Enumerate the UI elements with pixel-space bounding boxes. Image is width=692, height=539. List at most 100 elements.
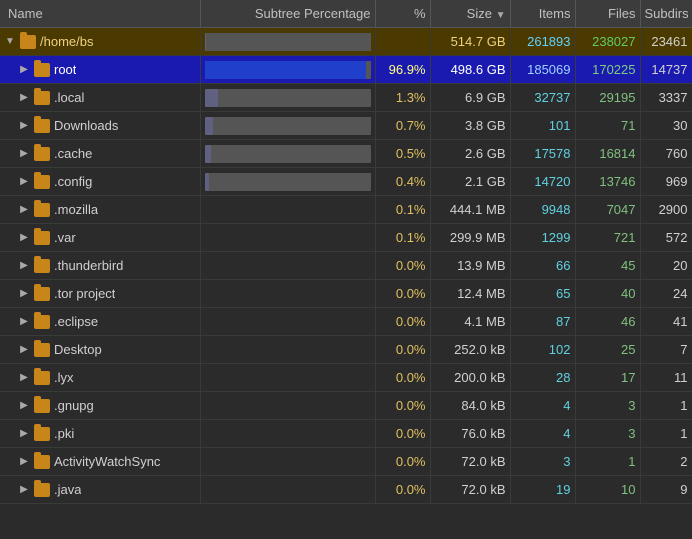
size-cell: 2.6 GB [430, 140, 510, 168]
table-row[interactable]: ▶.tor project0.0%12.4 MB654024 [0, 280, 692, 308]
files-cell: 13746 [575, 168, 640, 196]
size-cell: 72.0 kB [430, 476, 510, 504]
expand-arrow-icon[interactable]: ▼ [4, 36, 16, 48]
items-cell: 87 [510, 308, 575, 336]
pct-cell: 96.9% [375, 56, 430, 84]
expand-arrow-icon[interactable]: ▶ [18, 400, 30, 412]
name-cell: ▶root [0, 56, 200, 84]
size-cell: 13.9 MB [430, 252, 510, 280]
pct-cell: 0.0% [375, 448, 430, 476]
table-row[interactable]: ▶.gnupg0.0%84.0 kB431 [0, 392, 692, 420]
table-row[interactable]: ▶.java0.0%72.0 kB19109 [0, 476, 692, 504]
files-cell: 3 [575, 392, 640, 420]
bar-cell [200, 140, 375, 168]
expand-arrow-icon[interactable]: ▶ [18, 176, 30, 188]
bar-fill [205, 89, 218, 107]
expand-arrow-icon[interactable]: ▶ [18, 316, 30, 328]
bar-container [205, 33, 371, 51]
table-row[interactable]: ▶.thunderbird0.0%13.9 MB664520 [0, 252, 692, 280]
expand-arrow-icon[interactable]: ▶ [18, 344, 30, 356]
pct-cell [375, 28, 430, 56]
table-row[interactable]: ▶.var0.1%299.9 MB1299721572 [0, 224, 692, 252]
col-header-size[interactable]: Size ▼ [430, 0, 510, 28]
expand-arrow-icon[interactable]: ▶ [18, 288, 30, 300]
expand-arrow-icon[interactable]: ▶ [18, 428, 30, 440]
name-cell: ▶.var [0, 224, 200, 252]
table-row[interactable]: ▶.lyx0.0%200.0 kB281711 [0, 364, 692, 392]
pct-cell: 0.0% [375, 308, 430, 336]
table-row[interactable]: ▶.local1.3%6.9 GB32737291953337 [0, 84, 692, 112]
size-cell: 4.1 MB [430, 308, 510, 336]
table-row[interactable]: ▶.eclipse0.0%4.1 MB874641 [0, 308, 692, 336]
bar-cell [200, 84, 375, 112]
subdirs-cell: 1 [640, 420, 692, 448]
size-cell: 3.8 GB [430, 112, 510, 140]
items-cell: 101 [510, 112, 575, 140]
name-cell: ▶.cache [0, 140, 200, 168]
folder-icon [34, 399, 50, 413]
expand-arrow-icon[interactable]: ▶ [18, 260, 30, 272]
expand-arrow-icon[interactable]: ▶ [18, 120, 30, 132]
size-cell: 84.0 kB [430, 392, 510, 420]
table-row[interactable]: ▶Desktop0.0%252.0 kB102257 [0, 336, 692, 364]
bar-cell [200, 168, 375, 196]
expand-arrow-icon[interactable]: ▶ [18, 232, 30, 244]
name-cell: ▶.gnupg [0, 392, 200, 420]
col-header-files: Files [575, 0, 640, 28]
bar-fill [205, 145, 212, 163]
bar-container [205, 89, 371, 107]
name-cell: ▶ .local [0, 84, 200, 112]
subdirs-cell: 9 [640, 476, 692, 504]
name-cell: ▶.config [0, 168, 200, 196]
pct-cell: 0.0% [375, 336, 430, 364]
folder-icon [34, 63, 50, 77]
items-cell: 17578 [510, 140, 575, 168]
file-name-label: ActivityWatchSync [54, 454, 160, 469]
folder-icon [34, 315, 50, 329]
items-cell: 9948 [510, 196, 575, 224]
bar-container [205, 173, 371, 191]
folder-icon [34, 483, 50, 497]
pct-cell: 0.0% [375, 476, 430, 504]
expand-arrow-icon[interactable]: ▶ [18, 372, 30, 384]
files-cell: 25 [575, 336, 640, 364]
file-name-label: Desktop [54, 342, 102, 357]
bar-cell [200, 56, 375, 84]
expand-arrow-icon[interactable]: ▶ [18, 148, 30, 160]
items-cell: 4 [510, 392, 575, 420]
subdirs-cell: 3337 [640, 84, 692, 112]
expand-arrow-icon[interactable]: ▶ [18, 204, 30, 216]
expand-arrow-icon[interactable]: ▶ [18, 64, 30, 76]
expand-arrow-icon[interactable]: ▶ [18, 92, 30, 104]
files-cell: 238027 [575, 28, 640, 56]
expand-arrow-icon[interactable]: ▶ [18, 456, 30, 468]
folder-icon [34, 147, 50, 161]
table-row[interactable]: ▶.mozilla0.1%444.1 MB994870472900 [0, 196, 692, 224]
bar-cell [200, 336, 375, 364]
bar-cell [200, 420, 375, 448]
bar-fill [205, 61, 366, 79]
expand-arrow-icon[interactable]: ▶ [18, 484, 30, 496]
subdirs-cell: 23461 [640, 28, 692, 56]
file-name-label: .local [54, 90, 84, 105]
pct-cell: 0.0% [375, 392, 430, 420]
bar-cell [200, 112, 375, 140]
table-row[interactable]: ▼/home/bs514.7 GB26189323802723461 [0, 28, 692, 56]
name-cell: ▶.tor project [0, 280, 200, 308]
subdirs-cell: 14737 [640, 56, 692, 84]
size-cell: 72.0 kB [430, 448, 510, 476]
items-cell: 185069 [510, 56, 575, 84]
subdirs-cell: 41 [640, 308, 692, 336]
files-cell: 46 [575, 308, 640, 336]
name-cell: ▶.lyx [0, 364, 200, 392]
table-row[interactable]: ▶.config0.4%2.1 GB1472013746969 [0, 168, 692, 196]
table-row[interactable]: ▶ActivityWatchSync0.0%72.0 kB312 [0, 448, 692, 476]
pct-cell: 0.5% [375, 140, 430, 168]
table-row[interactable]: ▶.cache0.5%2.6 GB1757816814760 [0, 140, 692, 168]
name-cell: ▶ .java [0, 476, 200, 504]
table-row[interactable]: ▶root96.9%498.6 GB18506917022514737 [0, 56, 692, 84]
files-cell: 17 [575, 364, 640, 392]
table-row[interactable]: ▶.pki0.0%76.0 kB431 [0, 420, 692, 448]
file-name-label: .java [54, 482, 81, 497]
table-row[interactable]: ▶Downloads0.7%3.8 GB1017130 [0, 112, 692, 140]
